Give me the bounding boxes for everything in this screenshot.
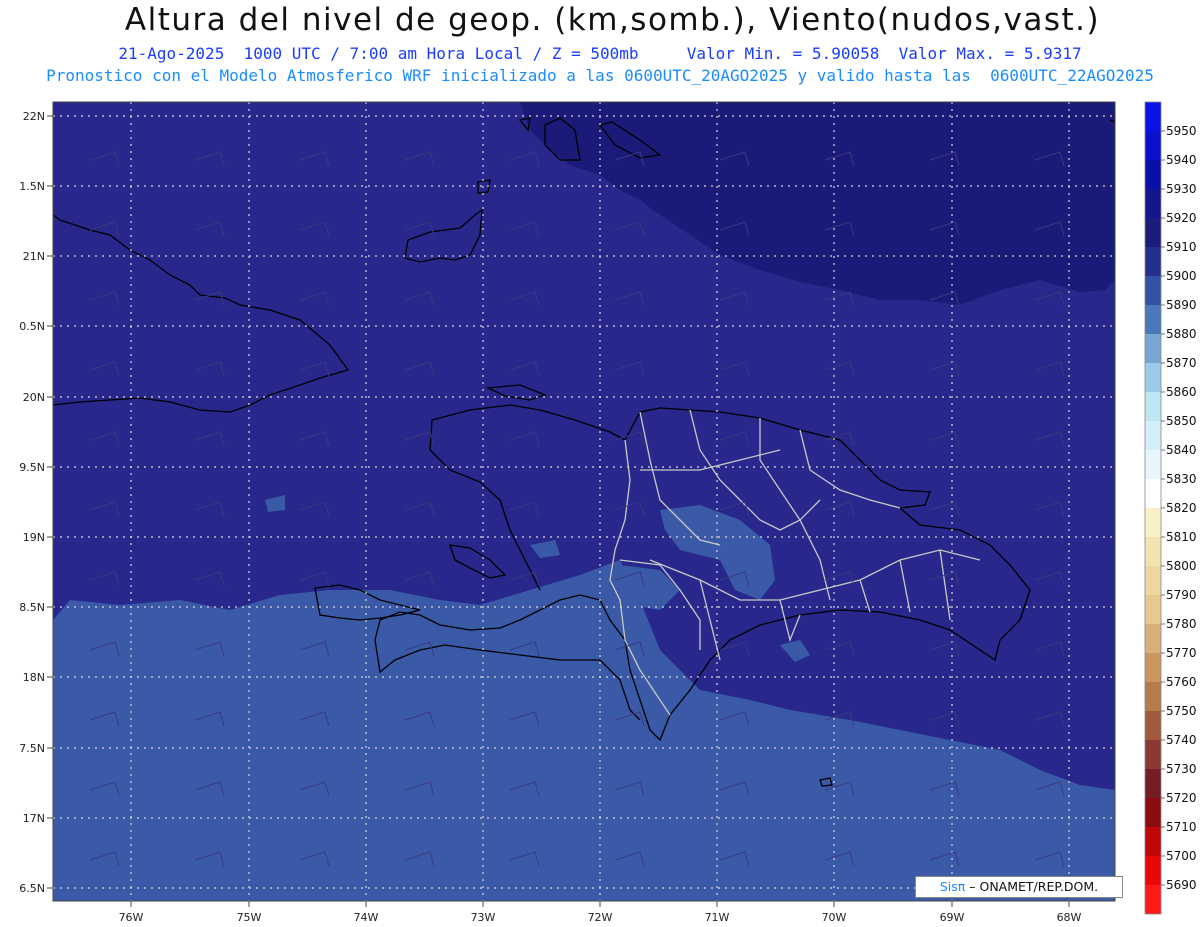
lat-tick-label: 6.5N [19, 882, 45, 895]
colorbar-label: 5840 [1166, 443, 1197, 457]
colorbar-label: 5810 [1166, 530, 1197, 544]
colorbar: 5950 5940 5930 5920 5910 5900 5890 5880 5870 5860… [1144, 101, 1197, 915]
colorbar-swatch [1145, 856, 1161, 885]
lon-tick-label: 71W [705, 911, 730, 924]
colorbar-swatch [1145, 189, 1161, 218]
colorbar-label: 5740 [1166, 733, 1197, 747]
colorbar-label: 5760 [1166, 675, 1197, 689]
colorbar-swatch [1145, 798, 1161, 827]
colorbar-label: 5860 [1166, 385, 1197, 399]
colorbar-swatch [1145, 711, 1161, 740]
shaded-field [53, 102, 1115, 901]
colorbar-label: 5700 [1166, 849, 1197, 863]
lat-tick-label: 7.5N [19, 742, 45, 755]
colorbar-label: 5690 [1166, 878, 1197, 892]
colorbar-label: 5950 [1166, 124, 1197, 138]
lat-tick-label: 9.5N [19, 461, 45, 474]
colorbar-label: 5720 [1166, 791, 1197, 805]
lat-tick-label: 21N [23, 250, 45, 263]
colorbar-swatch [1145, 682, 1161, 711]
colorbar-label: 5880 [1166, 327, 1197, 341]
lon-tick-label: 76W [119, 911, 144, 924]
colorbar-swatch [1145, 595, 1161, 624]
lon-tick-label: 69W [940, 911, 965, 924]
colorbar-label: 5800 [1166, 559, 1197, 573]
colorbar-label: 5830 [1166, 472, 1197, 486]
colorbar-swatch [1145, 740, 1161, 769]
lon-tick-label: 75W [237, 911, 262, 924]
colorbar-label: 5910 [1166, 240, 1197, 254]
colorbar-swatch [1145, 218, 1161, 247]
sispi-logo: Sisπ [939, 879, 966, 894]
colorbar-swatch [1145, 131, 1161, 160]
map-canvas: 76W 75W 74W 73W 72W 71W 70W 69W 68W 22N 1.5N 21N 0.5… [19, 101, 1197, 924]
colorbar-swatch [1145, 508, 1161, 537]
colorbar-label: 5710 [1166, 820, 1197, 834]
colorbar-swatch [1145, 537, 1161, 566]
colorbar-swatch [1145, 276, 1161, 305]
lon-tick-label: 72W [588, 911, 613, 924]
colorbar-swatch [1145, 624, 1161, 653]
lat-tick-label: 1.5N [19, 180, 45, 193]
colorbar-swatch [1145, 363, 1161, 392]
colorbar-swatch [1145, 421, 1161, 450]
lat-tick-label: 8.5N [19, 601, 45, 614]
lat-tick-label: 19N [23, 531, 45, 544]
lat-tick-label: 17N [23, 812, 45, 825]
colorbar-swatch [1145, 450, 1161, 479]
lat-tick-label: 18N [23, 671, 45, 684]
lat-tick-label: 20N [23, 391, 45, 404]
colorbar-label: 5780 [1166, 617, 1197, 631]
colorbar-label: 5930 [1166, 182, 1197, 196]
colorbar-swatch [1145, 305, 1161, 334]
lon-tick-label: 70W [822, 911, 847, 924]
colorbar-label: 5750 [1166, 704, 1197, 718]
colorbar-swatch [1145, 653, 1161, 682]
colorbar-swatch [1145, 479, 1161, 508]
colorbar-swatch [1145, 566, 1161, 595]
colorbar-swatch [1145, 885, 1161, 914]
colorbar-label: 5770 [1166, 646, 1197, 660]
colorbar-label: 5850 [1166, 414, 1197, 428]
colorbar-swatch [1145, 827, 1161, 856]
lat-tick-label: 22N [23, 110, 45, 123]
colorbar-label: 5920 [1166, 211, 1197, 225]
colorbar-label: 5900 [1166, 269, 1197, 283]
colorbar-swatch [1145, 392, 1161, 421]
colorbar-swatch [1145, 769, 1161, 798]
colorbar-swatch [1145, 247, 1161, 276]
colorbar-swatch [1145, 160, 1161, 189]
colorbar-label: 5940 [1166, 153, 1197, 167]
lat-tick-label: 0.5N [19, 320, 45, 333]
lon-tick-label: 74W [354, 911, 379, 924]
credit-box: Sisπ – ONAMET/REP.DOM. [915, 876, 1123, 898]
lon-tick-label: 73W [471, 911, 496, 924]
colorbar-label: 5890 [1166, 298, 1197, 312]
colorbar-label: 5730 [1166, 762, 1197, 776]
lon-tick-label: 68W [1057, 911, 1082, 924]
credit-text: – ONAMET/REP.DOM. [965, 879, 1099, 894]
colorbar-label: 5820 [1166, 501, 1197, 515]
colorbar-label: 5870 [1166, 356, 1197, 370]
colorbar-label: 5790 [1166, 588, 1197, 602]
colorbar-swatch [1145, 334, 1161, 363]
colorbar-swatch [1145, 102, 1161, 131]
